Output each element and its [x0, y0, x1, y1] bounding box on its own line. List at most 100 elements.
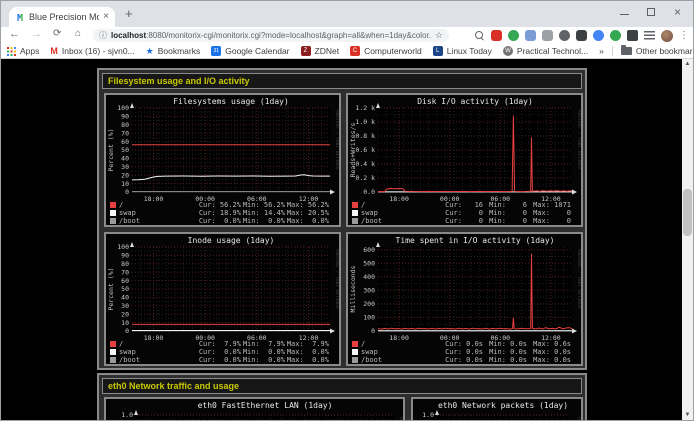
svg-text:300: 300: [363, 287, 375, 295]
mail-extension-icon[interactable]: [491, 30, 502, 41]
bookmarks-bar: Apps MInbox (16) - sjvn0... ★Bookmarks 3…: [1, 44, 693, 59]
bookmark-label: Google Calendar: [225, 46, 289, 56]
eth0-packets-panel[interactable]: 1.0eth0 Network packets (1day)Packets/sR…: [411, 397, 583, 420]
io-time-graph: 010020030040050060018:0000:0006:0012:00T…: [348, 234, 581, 340]
bookmark-inbox[interactable]: MInbox (16) - sjvn0...: [50, 46, 134, 56]
svg-text:eth0 Network packets (1day): eth0 Network packets (1day): [438, 401, 568, 410]
bookmark-label: Computerworld: [364, 46, 422, 56]
bookmark-computerworld[interactable]: CComputerworld: [350, 46, 422, 56]
square-extension-icon[interactable]: [576, 30, 587, 41]
legend-swatch: [110, 202, 116, 208]
svg-text:20: 20: [121, 171, 129, 179]
bookmark-apps[interactable]: Apps: [7, 46, 39, 56]
legend-value: Max: 0.0s: [519, 348, 571, 356]
reload-icon[interactable]: ⟳: [53, 28, 61, 39]
svg-text:60: 60: [121, 277, 129, 285]
svg-text:400: 400: [363, 273, 375, 281]
bookmarks-overflow-icon[interactable]: »: [599, 46, 604, 56]
legend-row: swapCur: 18.9%Min: 14.4%Max: 20.5%: [110, 209, 337, 217]
blue-circle-extension-icon[interactable]: [593, 30, 604, 41]
legend-value: Max: 0: [519, 209, 571, 217]
forward-icon[interactable]: →: [31, 28, 42, 40]
svg-text:80: 80: [121, 121, 129, 129]
legend-swatch: [110, 341, 116, 347]
legend-swatch: [352, 357, 358, 363]
bookmark-bookmarks[interactable]: ★Bookmarks: [146, 46, 201, 57]
filesystems-usage-legend: /Cur: 56.2%Min: 56.2%Max: 56.2%swapCur: …: [110, 201, 337, 225]
legend-value: Max: 7.9%: [277, 340, 329, 348]
disk-io-panel[interactable]: 0.00.2 k0.4 k0.6 k0.8 k1.0 k1.2 k18:0000…: [346, 93, 583, 227]
svg-text:0: 0: [125, 188, 129, 196]
other-bookmarks-button[interactable]: Other bookmarks: [621, 46, 694, 56]
profile-avatar[interactable]: [661, 30, 673, 42]
scroll-down-icon[interactable]: ▼: [682, 412, 693, 418]
svg-text:0.6 k: 0.6 k: [355, 146, 375, 154]
svg-text:Milliseconds: Milliseconds: [349, 265, 357, 312]
legend-value: Max: 20.5%: [277, 209, 329, 217]
io-time-legend: /Cur: 0.0sMin: 0.0sMax: 0.6sswapCur: 0.0…: [352, 340, 579, 364]
new-tab-button[interactable]: +: [125, 6, 133, 21]
eth0-traffic-panel[interactable]: 0.91.0eth0 FastEthernet LAN (1day)RRDTOO…: [104, 397, 405, 420]
eye-extension-icon[interactable]: [559, 30, 570, 41]
browser-tab[interactable]: M Blue Precision Monitorix ×: [9, 7, 115, 27]
svg-text:600: 600: [363, 246, 375, 254]
tab-title: Blue Precision Monitorix: [29, 12, 99, 22]
svg-text:0: 0: [125, 327, 129, 335]
svg-text:0: 0: [371, 327, 375, 335]
svg-text:Time spent in I/O activity (1: Time spent in I/O activity (1day): [396, 236, 555, 245]
browser-menu-icon[interactable]: ⋮: [679, 30, 689, 42]
extensions-puzzle-icon[interactable]: [627, 30, 638, 41]
svg-text:90: 90: [121, 113, 129, 121]
legend-value: Max: 0.0%: [277, 217, 329, 225]
leaf-extension-icon[interactable]: [508, 30, 519, 41]
svg-text:100: 100: [117, 104, 129, 112]
legend-row: /bootCur: 0.0sMin: 0.0sMax: 0.0s: [352, 356, 579, 364]
legend-value: Max: 0.0%: [277, 348, 329, 356]
svg-text:80: 80: [121, 260, 129, 268]
page-info-icon[interactable]: ⓘ: [99, 30, 107, 41]
svg-text:RRDTOOL / TOBI OETIKER: RRDTOOL / TOBI OETIKER: [334, 249, 339, 309]
folder-icon: [621, 47, 632, 55]
page-scrollbar[interactable]: ▲ ▼: [682, 59, 693, 420]
tab-list-icon[interactable]: [644, 31, 655, 40]
legend-row: swapCur: 0.0sMin: 0.0sMax: 0.0s: [352, 348, 579, 356]
legend-value: Max: 0.0s: [519, 356, 571, 364]
scrollbar-thumb[interactable]: [683, 189, 692, 236]
search-extension-icon[interactable]: [474, 30, 485, 41]
svg-text:Disk I/O activity (1day): Disk I/O activity (1day): [417, 97, 533, 106]
pages-extension-icon[interactable]: [525, 30, 536, 41]
legend-label: /boot: [119, 356, 140, 364]
scroll-up-icon[interactable]: ▲: [682, 61, 693, 67]
tab-close-icon[interactable]: ×: [103, 12, 109, 22]
window-maximize-button[interactable]: [647, 8, 655, 16]
svg-text:10: 10: [121, 180, 129, 188]
address-bar[interactable]: ⓘ localhost:8080/monitorix-cgi/monitorix…: [93, 29, 449, 42]
svg-text:0.4 k: 0.4 k: [355, 160, 375, 168]
inode-usage-panel[interactable]: 010203040506070809010018:0000:0006:0012:…: [104, 232, 341, 366]
svg-text:Percent (%): Percent (%): [107, 128, 115, 171]
bookmark-practical-technology[interactable]: WPractical Technol...: [503, 46, 588, 56]
bookmark-star-icon[interactable]: ☆: [435, 30, 443, 41]
filesystems-usage-graph: 010203040506070809010018:0000:0006:0012:…: [106, 95, 339, 201]
window-close-button[interactable]: ×: [674, 5, 681, 19]
eth0-traffic-graph: 0.91.0eth0 FastEthernet LAN (1day)RRDTOO…: [106, 399, 403, 420]
bookmark-google-calendar[interactable]: 31Google Calendar: [211, 46, 289, 56]
legend-value: Max: 0: [519, 217, 571, 225]
inode-usage-graph: 010203040506070809010018:0000:0006:0012:…: [106, 234, 339, 340]
home-icon[interactable]: ⌂: [75, 28, 81, 39]
legend-label: /boot: [361, 356, 382, 364]
bookmark-linux-today[interactable]: LLinux Today: [433, 46, 492, 56]
svg-text:60: 60: [121, 138, 129, 146]
practical-technology-icon: W: [503, 46, 513, 56]
phone-extension-icon[interactable]: [542, 30, 553, 41]
legend-swatch: [110, 349, 116, 355]
legend-label: swap: [119, 348, 136, 356]
bookmark-zdnet[interactable]: ZZDNet: [301, 46, 340, 56]
filesystems-usage-panel[interactable]: 010203040506070809010018:0000:0006:0012:…: [104, 93, 341, 227]
svg-text:1.2 k: 1.2 k: [355, 104, 375, 112]
window-minimize-button[interactable]: [620, 14, 629, 15]
io-time-panel[interactable]: 010020030040050060018:0000:0006:0012:00T…: [346, 232, 583, 366]
svg-text:40: 40: [121, 155, 129, 163]
back-icon[interactable]: ←: [9, 28, 20, 40]
green-circle-extension-icon[interactable]: [610, 30, 621, 41]
